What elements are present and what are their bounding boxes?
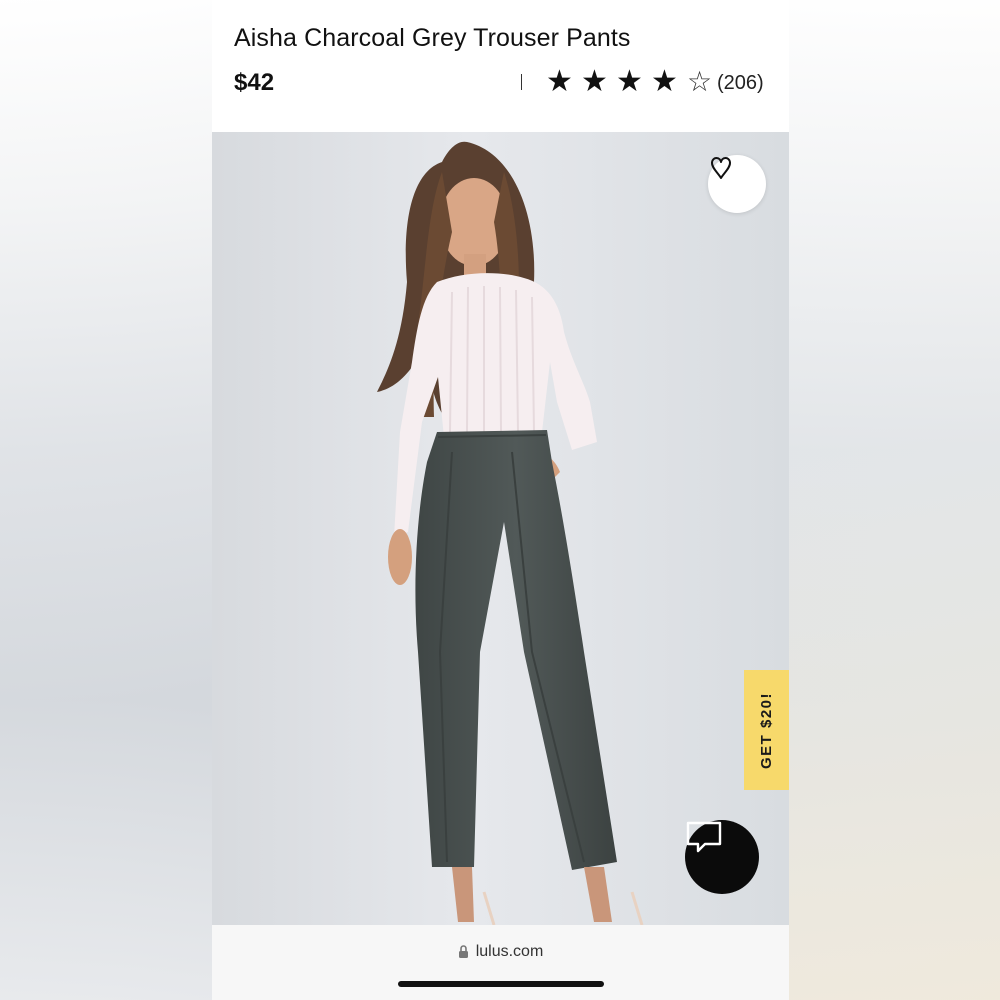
chat-bubble-icon [686, 821, 722, 853]
product-image[interactable]: GET $20! [212, 132, 789, 925]
star-filled-icon: ★ [546, 65, 573, 98]
header-divider [521, 74, 522, 90]
url-text: lulus.com [475, 943, 544, 960]
product-title: Aisha Charcoal Grey Trouser Pants [234, 24, 631, 52]
url-row[interactable]: lulus.com [212, 943, 789, 961]
wishlist-button[interactable] [708, 155, 766, 213]
star-filled-icon: ★ [616, 65, 643, 98]
heart-outline-icon [711, 157, 731, 179]
home-indicator[interactable] [398, 981, 604, 987]
product-header: Aisha Charcoal Grey Trouser Pants $42 ★ … [212, 0, 789, 132]
promo-label: GET $20! [758, 691, 775, 769]
browser-address-bar[interactable]: lulus.com [212, 925, 789, 1000]
model-illustration [212, 132, 789, 925]
star-outline-icon: ☆ [686, 66, 713, 97]
product-price: $42 [234, 69, 275, 96]
background-right-blur [789, 0, 1000, 1000]
promo-tab[interactable]: GET $20! [744, 670, 789, 790]
chat-button[interactable] [685, 820, 759, 894]
rating-stars[interactable]: ★ ★ ★ ★ ☆ [542, 64, 717, 100]
review-count-link[interactable]: (206) [717, 72, 764, 95]
star-filled-icon: ★ [651, 65, 678, 98]
lock-icon [458, 945, 468, 958]
star-filled-icon: ★ [581, 65, 608, 98]
phone-screen: Aisha Charcoal Grey Trouser Pants $42 ★ … [212, 0, 789, 1000]
background-left-blur [0, 0, 212, 1000]
